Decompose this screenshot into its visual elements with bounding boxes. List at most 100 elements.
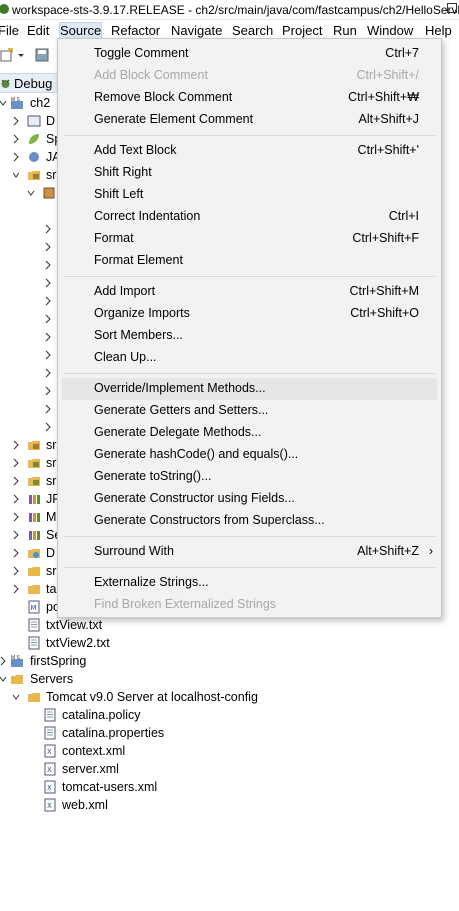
tree-label: sr xyxy=(46,168,57,182)
tree-item-catalina-properties[interactable]: catalina.properties xyxy=(0,724,459,742)
submenu-arrow-icon: › xyxy=(428,544,433,558)
chevron-right-icon[interactable] xyxy=(12,530,20,540)
spring-leaf-icon xyxy=(29,134,39,144)
tree-item-servers[interactable]: Servers xyxy=(0,670,459,688)
chevron-down-icon[interactable] xyxy=(0,674,7,684)
window-title: workspace-sts-3.9.17.RELEASE - ch2/src/m… xyxy=(12,3,459,17)
menu-item-label: Generate Constructor using Fields... xyxy=(94,491,295,505)
menu-item-label: Find Broken Externalized Strings xyxy=(94,597,277,611)
chevron-right-icon[interactable] xyxy=(12,512,20,522)
chevron-down-icon[interactable] xyxy=(12,692,20,702)
menu-item-correct-indentation[interactable]: Correct Indentation Ctrl+I xyxy=(62,206,437,228)
menu-item-add-import[interactable]: Add Import Ctrl+Shift+M xyxy=(62,281,437,303)
chevron-right-icon[interactable] xyxy=(44,242,52,252)
menu-item-shift-left[interactable]: Shift Left xyxy=(62,184,437,206)
menu-item-generate-getters-setters[interactable]: Generate Getters and Setters... xyxy=(62,400,437,422)
menu-edit[interactable]: Edit xyxy=(27,23,49,38)
chevron-right-icon[interactable] xyxy=(12,494,20,504)
menu-run[interactable]: Run xyxy=(333,23,357,38)
library-icon xyxy=(29,513,40,522)
chevron-right-icon[interactable] xyxy=(12,116,20,126)
menu-search[interactable]: Search xyxy=(232,23,273,38)
tree-item-tomcat-users[interactable]: X tomcat-users.xml xyxy=(0,778,459,796)
chevron-right-icon[interactable] xyxy=(12,476,20,486)
chevron-down-icon[interactable] xyxy=(12,170,20,180)
chevron-right-icon[interactable] xyxy=(44,350,52,360)
menu-item-add-text-block[interactable]: Add Text Block Ctrl+Shift+' xyxy=(62,140,437,162)
maven-project-icon: M S xyxy=(11,655,23,667)
tree-item-server-xml[interactable]: X server.xml xyxy=(0,760,459,778)
menu-item-sort-members[interactable]: Sort Members... xyxy=(62,325,437,347)
chevron-down-icon[interactable] xyxy=(27,188,35,198)
chevron-right-icon[interactable] xyxy=(12,566,20,576)
chevron-right-icon[interactable] xyxy=(0,656,7,666)
chevron-right-icon[interactable] xyxy=(12,440,20,450)
menu-item-externalize-strings[interactable]: Externalize Strings... xyxy=(62,572,437,594)
deployment-icon xyxy=(27,115,41,127)
new-dropdown-icon[interactable] xyxy=(17,48,25,62)
menu-item-generate-constructors-superclass[interactable]: Generate Constructors from Superclass... xyxy=(62,510,437,532)
tree-item-context-xml[interactable]: X context.xml xyxy=(0,742,459,760)
debug-view-tab[interactable]: Debug xyxy=(0,73,60,93)
tree-item-txtview[interactable]: txtView.txt xyxy=(0,616,459,634)
menu-item-find-broken-externalized[interactable]: Find Broken Externalized Strings xyxy=(62,594,437,616)
new-icon[interactable] xyxy=(0,48,14,62)
chevron-right-icon[interactable] xyxy=(44,224,52,234)
menu-item-label: Generate Getters and Setters... xyxy=(94,403,269,417)
folder-icon xyxy=(28,567,40,576)
chevron-down-icon[interactable] xyxy=(0,98,7,108)
chevron-right-icon[interactable] xyxy=(44,404,52,414)
save-icon[interactable] xyxy=(35,48,49,62)
chevron-right-icon[interactable] xyxy=(12,458,20,468)
menu-item-generate-constructor-fields[interactable]: Generate Constructor using Fields... xyxy=(62,488,437,510)
menu-project[interactable]: Project xyxy=(282,23,322,38)
menu-item-organize-imports[interactable]: Organize Imports Ctrl+Shift+O xyxy=(62,303,437,325)
chevron-right-icon[interactable] xyxy=(44,314,52,324)
menu-item-generate-element-comment[interactable]: Generate Element Comment Alt+Shift+J xyxy=(62,109,437,131)
chevron-right-icon[interactable] xyxy=(12,584,20,594)
menu-separator xyxy=(64,373,435,374)
chevron-right-icon[interactable] xyxy=(12,548,20,558)
menu-navigate[interactable]: Navigate xyxy=(171,23,222,38)
tree-item-firstspring[interactable]: M S firstSpring xyxy=(0,652,459,670)
menu-item-shift-right[interactable]: Shift Right xyxy=(62,162,437,184)
chevron-right-icon[interactable] xyxy=(44,278,52,288)
maximize-icon[interactable] xyxy=(447,3,457,13)
chevron-right-icon[interactable] xyxy=(44,260,52,270)
menu-separator xyxy=(64,567,435,568)
menu-item-label: Generate Delegate Methods... xyxy=(94,425,262,439)
menu-item-label: Toggle Comment xyxy=(94,46,189,60)
menu-file[interactable]: File xyxy=(0,23,19,38)
tree-label: server.xml xyxy=(62,762,119,776)
chevron-right-icon[interactable] xyxy=(44,368,52,378)
tree-item-txtview2[interactable]: txtView2.txt xyxy=(0,634,459,652)
menu-item-format-element[interactable]: Format Element xyxy=(62,250,437,272)
menu-source[interactable]: Source xyxy=(58,22,103,39)
chevron-right-icon[interactable] xyxy=(44,386,52,396)
menu-item-format[interactable]: Format Ctrl+Shift+F xyxy=(62,228,437,250)
menu-item-generate-hashcode-equals[interactable]: Generate hashCode() and equals()... xyxy=(62,444,437,466)
chevron-right-icon[interactable] xyxy=(44,422,52,432)
menu-item-label: Correct Indentation xyxy=(94,209,201,223)
tree-item-catalina-policy[interactable]: catalina.policy xyxy=(0,706,459,724)
menu-item-clean-up[interactable]: Clean Up... xyxy=(62,347,437,369)
menu-item-toggle-comment[interactable]: Toggle Comment Ctrl+7 xyxy=(62,43,437,65)
menu-help[interactable]: Help xyxy=(425,23,452,38)
tree-label: ch2 xyxy=(30,96,51,110)
menu-item-generate-delegate[interactable]: Generate Delegate Methods... xyxy=(62,422,437,444)
menu-item-remove-block-comment[interactable]: Remove Block Comment Ctrl+Shift+₩ xyxy=(62,87,437,109)
menu-item-generate-tostring[interactable]: Generate toString()... xyxy=(62,466,437,488)
menu-item-shortcut: Ctrl+Shift+M xyxy=(349,284,419,298)
menu-item-override-implement[interactable]: Override/Implement Methods... xyxy=(62,378,437,400)
menu-item-add-block-comment[interactable]: Add Block Comment Ctrl+Shift+/ xyxy=(62,65,437,87)
menu-refactor[interactable]: Refactor xyxy=(111,23,160,38)
tree-item-tomcat-config[interactable]: Tomcat v9.0 Server at localhost-config xyxy=(0,688,459,706)
tree-item-web-xml[interactable]: X web.xml xyxy=(0,796,459,814)
chevron-right-icon[interactable] xyxy=(12,134,20,144)
chevron-right-icon[interactable] xyxy=(12,152,20,162)
menu-item-surround-with[interactable]: Surround With Alt+Shift+Z › xyxy=(62,541,437,563)
menu-window[interactable]: Window xyxy=(367,23,413,38)
chevron-right-icon[interactable] xyxy=(44,296,52,306)
chevron-right-icon[interactable] xyxy=(44,332,52,342)
tree-label: Servers xyxy=(30,672,74,686)
